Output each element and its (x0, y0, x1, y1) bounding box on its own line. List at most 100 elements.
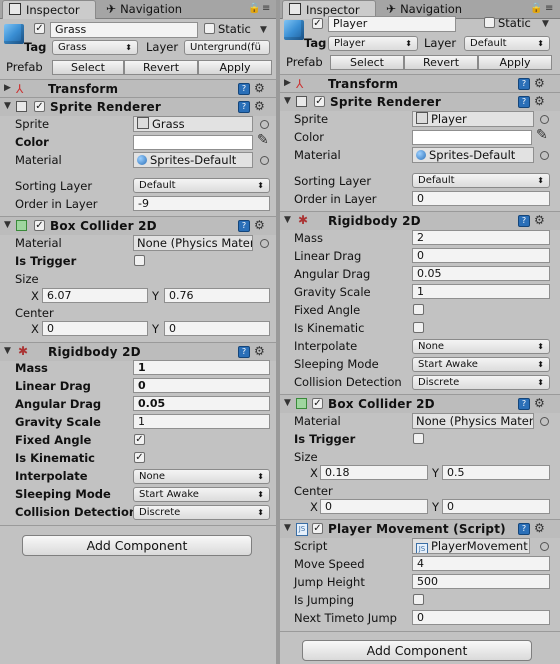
sprite-renderer-header[interactable]: ▼ ✓ Sprite Renderer ? ⚙ (0, 97, 276, 116)
center-y-field[interactable]: 0 (164, 321, 270, 336)
color-field[interactable] (133, 135, 253, 150)
collision-detection-dropdown[interactable]: Discrete ⬍ (412, 375, 550, 390)
jump-height-field[interactable]: 500 (412, 574, 550, 589)
help-book-icon[interactable]: ? (238, 83, 250, 95)
is-trigger-checkbox[interactable] (413, 433, 424, 444)
order-in-layer-field[interactable]: 0 (412, 191, 550, 206)
tag-dropdown[interactable]: Player ⬍ (328, 36, 418, 51)
sprite-field[interactable]: Grass (133, 116, 253, 132)
gear-icon[interactable]: ⚙ (534, 521, 545, 535)
mass-field[interactable]: 1 (133, 360, 270, 375)
player-movement-header[interactable]: ▼ JS ✓ Player Movement (Script) ? ⚙ (280, 519, 560, 538)
collapse-arrow-icon[interactable]: ▼ (284, 523, 291, 533)
angular-drag-field[interactable]: 0.05 (133, 396, 270, 411)
lock-icon[interactable]: 🔒 (248, 3, 260, 14)
prefab-apply-button[interactable]: Apply (198, 60, 272, 75)
is-trigger-checkbox[interactable] (134, 255, 145, 266)
collapse-arrow-icon[interactable]: ▼ (284, 398, 291, 408)
help-book-icon[interactable]: ? (238, 220, 250, 232)
color-field[interactable] (412, 130, 532, 145)
size-x-field[interactable]: 6.07 (42, 288, 148, 303)
material-field[interactable]: Sprites-Default (412, 147, 534, 163)
chevron-down-icon[interactable]: ▼ (260, 25, 267, 35)
component-enabled-checkbox[interactable]: ✓ (312, 523, 323, 534)
collision-detection-dropdown[interactable]: Discrete ⬍ (133, 505, 270, 520)
menu-icon[interactable]: ≡ (545, 3, 553, 14)
center-x-field[interactable]: 0 (320, 499, 428, 514)
layer-dropdown[interactable]: Untergrund(fü (184, 40, 270, 55)
order-in-layer-field[interactable]: -9 (133, 196, 270, 211)
sorting-layer-dropdown[interactable]: Default ⬍ (133, 178, 270, 193)
help-book-icon[interactable]: ? (518, 96, 530, 108)
static-checkbox[interactable] (204, 23, 215, 34)
collapse-arrow-icon[interactable]: ▼ (4, 220, 11, 230)
gameobject-name-field[interactable]: Player (328, 16, 456, 32)
fixed-angle-checkbox[interactable]: ✓ (134, 434, 145, 445)
gear-icon[interactable]: ⚙ (534, 213, 545, 227)
object-picker-icon[interactable] (260, 156, 269, 165)
script-field[interactable]: JS PlayerMovement (412, 538, 530, 554)
tab-navigation[interactable]: ✈ Navigation (106, 0, 196, 18)
collapse-arrow-icon[interactable]: ▼ (4, 101, 11, 111)
help-book-icon[interactable]: ? (518, 78, 530, 90)
help-book-icon[interactable]: ? (238, 346, 250, 358)
sprite-renderer-header[interactable]: ▼ ✓ Sprite Renderer ? ⚙ (280, 92, 560, 111)
physics-material-field[interactable]: None (Physics Mater (412, 413, 534, 429)
static-checkbox[interactable] (484, 17, 495, 28)
gear-icon[interactable]: ⚙ (534, 76, 545, 90)
linear-drag-field[interactable]: 0 (412, 248, 550, 263)
object-picker-icon[interactable] (260, 120, 269, 129)
help-book-icon[interactable]: ? (518, 215, 530, 227)
transform-header[interactable]: ▶ ⅄ Transform ? ⚙ (280, 74, 560, 93)
eyedropper-icon[interactable]: ✎ (536, 127, 548, 143)
fixed-angle-checkbox[interactable] (413, 304, 424, 315)
prefab-apply-button[interactable]: Apply (478, 55, 552, 70)
size-y-field[interactable]: 0.76 (164, 288, 270, 303)
chevron-down-icon[interactable]: ▼ (542, 19, 549, 29)
object-picker-icon[interactable] (540, 115, 549, 124)
next-timeto-jump-field[interactable]: 0 (412, 610, 550, 625)
collapse-arrow-icon[interactable]: ▼ (284, 215, 291, 225)
object-picker-icon[interactable] (540, 151, 549, 160)
physics-material-field[interactable]: None (Physics Mater (133, 235, 253, 251)
component-enabled-checkbox[interactable]: ✓ (314, 96, 325, 107)
angular-drag-field[interactable]: 0.05 (412, 266, 550, 281)
component-enabled-checkbox[interactable]: ✓ (312, 398, 323, 409)
linear-drag-field[interactable]: 0 (133, 378, 270, 393)
gravity-scale-field[interactable]: 1 (412, 284, 550, 299)
tab-inspector[interactable]: Inspector (2, 0, 96, 19)
prefab-revert-button[interactable]: Revert (404, 55, 478, 70)
help-book-icon[interactable]: ? (238, 101, 250, 113)
menu-icon[interactable]: ≡ (262, 3, 270, 14)
sorting-layer-dropdown[interactable]: Default ⬍ (412, 173, 550, 188)
size-y-field[interactable]: 0.5 (442, 465, 550, 480)
active-checkbox[interactable]: ✓ (34, 23, 45, 34)
expand-arrow-icon[interactable]: ▶ (284, 78, 291, 88)
move-speed-field[interactable]: 4 (412, 556, 550, 571)
gear-icon[interactable]: ⚙ (534, 94, 545, 108)
eyedropper-icon[interactable]: ✎ (257, 132, 269, 148)
component-enabled-checkbox[interactable]: ✓ (34, 220, 45, 231)
rigidbody-header[interactable]: ▼ ✱ Rigidbody 2D ? ⚙ (280, 211, 560, 230)
gameobject-name-field[interactable]: Grass (50, 22, 198, 38)
mass-field[interactable]: 2 (412, 230, 550, 245)
expand-arrow-icon[interactable]: ▶ (4, 83, 11, 93)
gear-icon[interactable]: ⚙ (254, 81, 265, 95)
collapse-arrow-icon[interactable]: ▼ (284, 96, 291, 106)
interpolate-dropdown[interactable]: None ⬍ (412, 339, 550, 354)
collapse-arrow-icon[interactable]: ▼ (4, 346, 11, 356)
component-enabled-checkbox[interactable]: ✓ (34, 101, 45, 112)
sleeping-mode-dropdown[interactable]: Start Awake ⬍ (412, 357, 550, 372)
interpolate-dropdown[interactable]: None ⬍ (133, 469, 270, 484)
size-x-field[interactable]: 0.18 (320, 465, 428, 480)
add-component-button[interactable]: Add Component (302, 640, 532, 661)
object-picker-icon[interactable] (260, 239, 269, 248)
lock-icon[interactable]: 🔒 (530, 3, 542, 14)
is-jumping-checkbox[interactable] (413, 594, 424, 605)
gear-icon[interactable]: ⚙ (254, 344, 265, 358)
active-checkbox[interactable]: ✓ (312, 18, 323, 29)
box-collider-header[interactable]: ▼ ✓ Box Collider 2D ? ⚙ (280, 394, 560, 413)
prefab-select-button[interactable]: Select (52, 60, 124, 75)
help-book-icon[interactable]: ? (518, 398, 530, 410)
material-field[interactable]: Sprites-Default (133, 152, 253, 168)
